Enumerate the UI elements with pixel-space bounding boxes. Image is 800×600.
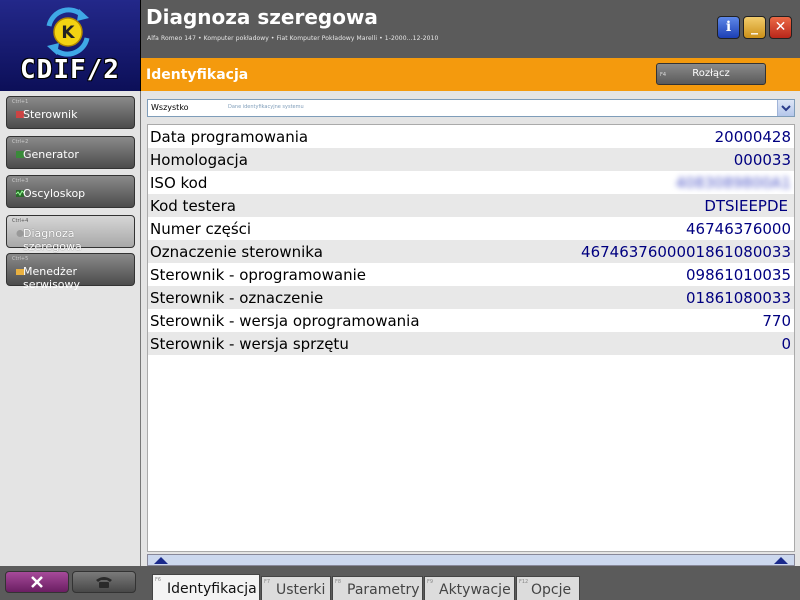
shortcut-key: F4 <box>660 72 667 78</box>
sidebar-item-label: Sterownik <box>23 108 78 121</box>
tab-label: Opcje <box>531 582 572 598</box>
row-value: 0 <box>781 335 791 353</box>
sidebar-item-oscyloskop[interactable]: Ctrl+3 Oscyloskop <box>6 175 135 208</box>
sidebar-item-label: Menedżer serwisowy <box>23 265 81 291</box>
sidebar-item-diagnoza-szeregowa[interactable]: Ctrl+4 Diagnoza szeregowa <box>6 215 135 253</box>
sidebar-item-label: Oscyloskop <box>23 187 86 200</box>
shortcut-key: F7 <box>264 579 271 585</box>
shortcut-key: F12 <box>519 579 529 585</box>
row-label: Homologacja <box>150 151 248 169</box>
row-label: Sterownik - wersja sprzętu <box>150 335 349 353</box>
table-row: Numer części 46746376000 <box>148 217 794 240</box>
table-row: Homologacja 000033 <box>148 148 794 171</box>
row-label: ISO kod <box>150 174 208 192</box>
sidebar: Ctrl+1 Sterownik Ctrl+2 Generator Ctrl+3… <box>0 91 141 566</box>
phone-icon <box>96 577 112 588</box>
shortcut-key: F8 <box>335 579 342 585</box>
tab-usterki[interactable]: F7 Usterki <box>261 576 331 600</box>
sidebar-item-menedzer-serwisowy[interactable]: Ctrl+5 Menedżer serwisowy <box>6 253 135 291</box>
sidebar-item-generator[interactable]: Ctrl+2 Generator <box>6 136 135 169</box>
info-icon: i <box>725 19 732 35</box>
svg-text:K: K <box>61 23 75 43</box>
tab-parametry[interactable]: F8 Parametry <box>332 576 423 600</box>
section-title: Identyfikacja <box>146 67 249 83</box>
shortcut-key: F9 <box>427 579 434 585</box>
row-value: 770 <box>762 312 791 330</box>
info-button[interactable]: i <box>717 16 740 39</box>
phone-button[interactable] <box>72 571 136 593</box>
table-row: ISO kod 4083089800A1 <box>148 171 794 194</box>
tools-button[interactable] <box>5 571 69 593</box>
row-label: Sterownik - oznaczenie <box>150 289 324 307</box>
window-title: Diagnoza szeregowa <box>146 5 378 29</box>
row-value: 01861080033 <box>686 289 791 307</box>
tab-label: Usterki <box>276 582 326 598</box>
chevron-down-icon <box>781 105 791 112</box>
tab-identyfikacja[interactable]: F6 Identyfikacja <box>152 574 260 600</box>
logo-text: CDIF/2 <box>20 55 120 85</box>
close-icon: ✕ <box>774 19 787 35</box>
section-header: Identyfikacja F4 Rozłącz <box>141 58 800 91</box>
tab-label: Identyfikacja <box>167 581 257 597</box>
table-row: Kod testera DTSIEEPDE <box>148 194 794 217</box>
row-value: 46746376000 <box>686 220 791 238</box>
vehicle-info: Alfa Romeo 147 • Komputer pokładowy • Fi… <box>147 35 439 42</box>
filter-dropdown[interactable]: Wszystko Dane identyfikacyjne systemu <box>147 99 795 117</box>
disconnect-button[interactable]: F4 Rozłącz <box>656 63 766 85</box>
shortcut-key: Ctrl+1 <box>12 99 29 105</box>
main-content: Wszystko Dane identyfikacyjne systemu Da… <box>141 91 800 566</box>
shortcut-key: F6 <box>155 577 162 583</box>
scroll-up-icon[interactable] <box>774 557 788 564</box>
row-label: Numer części <box>150 220 252 238</box>
bottom-bar: F6 Identyfikacja F7 Usterki F8 Parametry… <box>0 566 800 600</box>
table-row: Sterownik - wersja sprzętu 0 <box>148 332 794 355</box>
shortcut-key: Ctrl+3 <box>12 178 29 184</box>
shortcut-key: Ctrl+2 <box>12 139 29 145</box>
tab-opcje[interactable]: F12 Opcje <box>516 576 580 600</box>
minimize-button[interactable]: _ <box>743 16 766 39</box>
minimize-icon: _ <box>751 19 758 35</box>
table-row: Sterownik - oznaczenie 01861080033 <box>148 286 794 309</box>
sidebar-item-sterownik[interactable]: Ctrl+1 Sterownik <box>6 96 135 129</box>
row-value: DTSIEEPDE <box>704 197 788 215</box>
close-button[interactable]: ✕ <box>769 16 792 39</box>
tab-label: Aktywacje <box>439 582 511 598</box>
row-value: 20000428 <box>714 128 791 146</box>
sidebar-item-label: Diagnoza szeregowa <box>23 227 82 253</box>
dropdown-button[interactable] <box>777 100 794 116</box>
row-label: Kod testera <box>150 197 236 215</box>
row-label: Sterownik - wersja oprogramowania <box>150 312 420 330</box>
sidebar-item-label: Generator <box>23 148 79 161</box>
logo-k-icon: K <box>46 7 90 57</box>
row-value: 4083089800A1 <box>675 174 791 192</box>
row-value: 4674637600001861080033 <box>581 243 791 261</box>
row-label: Data programowania <box>150 128 309 146</box>
tab-aktywacje[interactable]: F9 Aktywacje <box>424 576 515 600</box>
horizontal-scrollbar[interactable] <box>147 554 795 566</box>
shortcut-key: Ctrl+5 <box>12 256 29 262</box>
filter-placeholder: Dane identyfikacyjne systemu <box>228 104 304 110</box>
title-bar: Diagnoza szeregowa Alfa Romeo 147 • Komp… <box>141 0 800 58</box>
row-label: Oznaczenie sterownika <box>150 243 323 261</box>
table-row: Sterownik - wersja oprogramowania 770 <box>148 309 794 332</box>
row-label: Sterownik - oprogramowanie <box>150 266 366 284</box>
identification-table: Data programowania 20000428 Homologacja … <box>147 124 795 552</box>
app-logo: K CDIF/2 <box>0 0 141 91</box>
table-row: Data programowania 20000428 <box>148 125 794 148</box>
row-value: 09861010035 <box>686 266 791 284</box>
scroll-up-icon[interactable] <box>154 557 168 564</box>
table-row: Oznaczenie sterownika 467463760000186108… <box>148 240 794 263</box>
tools-icon <box>31 576 43 588</box>
shortcut-key: Ctrl+4 <box>12 218 29 224</box>
filter-value: Wszystko <box>151 103 189 112</box>
tab-label: Parametry <box>347 582 420 598</box>
row-value: 000033 <box>733 151 791 169</box>
table-row: Sterownik - oprogramowanie 09861010035 <box>148 263 794 286</box>
disconnect-label: Rozłącz <box>692 68 730 79</box>
